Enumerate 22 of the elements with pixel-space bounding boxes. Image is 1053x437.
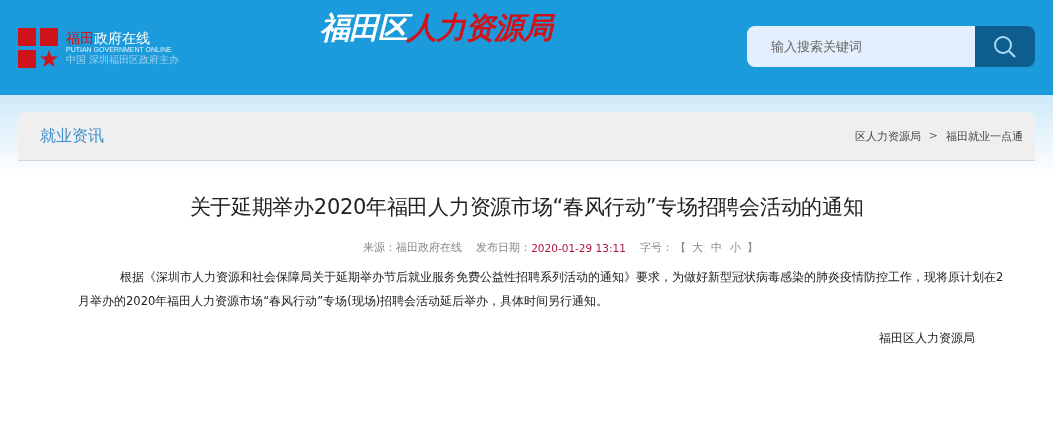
source-text: 来源：福田政府在线 bbox=[363, 241, 463, 255]
font-size-label: 字号： bbox=[639, 241, 673, 255]
article-title: 关于延期举办2020年福田人力资源市场“春风行动”专场招聘会活动的通知 bbox=[188, 194, 865, 221]
logo-tagline: 中国 深圳福田区政府主办 bbox=[66, 53, 180, 66]
breadcrumb-link[interactable]: 福田就业一点通 bbox=[946, 128, 1023, 144]
logo-name: 福田政府在线 bbox=[66, 29, 151, 46]
search-field[interactable]: 输入搜索关键词 bbox=[747, 26, 975, 67]
search-button[interactable] bbox=[975, 26, 1035, 67]
bracket: 【 bbox=[674, 241, 686, 255]
font-size-link[interactable]: 中 bbox=[710, 241, 722, 255]
breadcrumb-separator: > bbox=[928, 128, 938, 144]
logo-icon bbox=[18, 27, 58, 68]
section-title: 就业资讯 bbox=[40, 125, 104, 147]
date-label: 发布日期： bbox=[476, 241, 532, 255]
font-size-link[interactable]: 大 bbox=[691, 241, 703, 255]
font-size-link[interactable]: 小 bbox=[729, 241, 741, 255]
signature: 福田区人力资源局 bbox=[878, 331, 975, 346]
breadcrumb-link[interactable]: 区人力资源局 bbox=[854, 128, 921, 144]
search-icon bbox=[993, 34, 1017, 59]
bracket: 】 bbox=[746, 241, 758, 255]
publish-date: 2020-01-29 13:11 bbox=[531, 242, 626, 254]
article-body: 根据《深圳市人力资源和社会保障局关于延期举办节后就业服务免费公益性招聘系列活动的通知》要求，为做好新型冠状病毒感染的肺炎疫情防控工作，现将原计划在2月举办的2020年福田人力资源市场“春风行动”专场(现场)招聘会活动延后举办，具体时间另行通知。 bbox=[78, 269, 1005, 310]
